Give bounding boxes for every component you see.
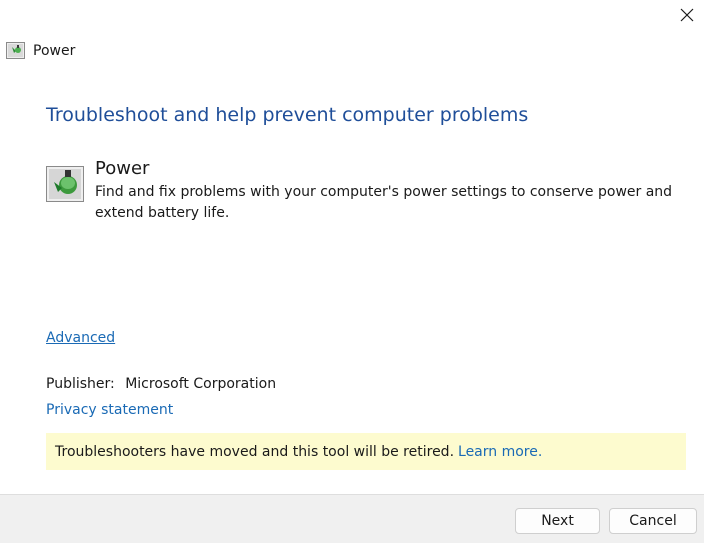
publisher-value: Microsoft Corporation [125,376,277,392]
close-button[interactable] [670,0,704,30]
cancel-button[interactable]: Cancel [609,508,697,534]
window-title-text: Power [33,42,76,59]
power-troubleshooter-icon [46,166,84,202]
troubleshooter-description: Find and fix problems with your computer… [95,184,673,221]
troubleshooter-name: Power [95,158,150,179]
next-button[interactable]: Next [515,508,600,534]
advanced-link[interactable]: Advanced [46,330,115,346]
learn-more-link[interactable]: Learn more. [458,444,542,460]
publisher-info: Publisher: Microsoft Corporation [46,376,276,392]
publisher-label: Publisher: [46,376,115,392]
page-heading: Troubleshoot and help prevent computer p… [46,104,529,126]
window-title: Power [6,42,75,59]
retirement-banner: Troubleshooters have moved and this tool… [46,433,686,470]
close-icon [680,8,694,22]
title-bar [0,0,704,32]
dialog-footer: Next Cancel [0,494,704,543]
banner-text: Troubleshooters have moved and this tool… [55,443,455,460]
privacy-statement-link[interactable]: Privacy statement [46,402,173,418]
power-troubleshooter-icon [6,42,25,59]
